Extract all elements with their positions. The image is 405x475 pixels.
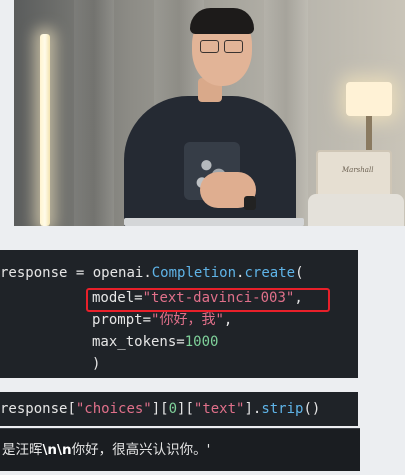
text-key: "text" [193,401,245,417]
dot: . [143,265,152,281]
table-lamp-stem [366,116,372,152]
prompt-value: "你好，我" [151,312,224,328]
response-variable: response [0,265,68,281]
prompt-arg: prompt [92,312,143,328]
floor-lamp [40,34,50,226]
index-value: 0 [168,401,178,417]
assign-operator: = [67,265,93,281]
open-paren: ( [295,265,304,281]
equals: = [176,334,185,350]
glasses [200,40,246,53]
strip-method: strip [261,401,304,417]
expression-line: response["choices"][0]["text"].strip() [0,398,320,420]
speaker: Marshall [316,150,392,198]
result-line: 是汪晖\n\n你好，很高兴认识你。' [2,439,210,461]
expression-cell[interactable]: response["choices"][0]["text"].strip() [0,392,358,426]
response-variable: response [0,401,68,417]
bracket: [ [67,401,76,417]
code-cell[interactable]: response = openai.Completion.create( mod… [0,250,358,378]
comma: , [223,312,233,328]
video-frame: Marshall [14,0,405,226]
code-line-5: ) [92,353,100,375]
function-name: create [244,265,296,281]
bracket: ][ [177,401,194,417]
call-parens: () [303,401,321,417]
side-table [308,194,404,226]
module-name: openai [92,265,144,281]
close-paren: ) [92,356,101,372]
class-name: Completion [151,265,237,281]
glasses-lens [200,40,219,53]
speaker-brand: Marshall [342,166,374,174]
max-tokens-arg: max_tokens [92,334,177,350]
newline-escapes: \n\n [42,442,72,458]
result-suffix: 你好，很高兴认识你。' [71,442,211,458]
code-line-1: response = openai.Completion.create( [0,262,304,284]
laptop-edge [124,218,304,226]
code-line-4: max_tokens=1000 [92,331,218,353]
wristwatch [244,196,256,210]
glasses-lens [224,40,243,53]
bracket: ][ [151,401,169,417]
max-tokens-value: 1000 [184,334,219,350]
bracket: ]. [244,401,262,417]
code-line-3: prompt="你好，我", [92,309,232,331]
result-output: 是汪晖\n\n你好，很高兴认识你。' [0,428,360,471]
choices-key: "choices" [75,401,152,417]
curtain-fold [74,0,114,226]
equals: = [142,312,152,328]
result-prefix: 是汪晖 [2,442,43,458]
table-lamp [346,82,392,116]
presenter-hair [190,8,254,34]
